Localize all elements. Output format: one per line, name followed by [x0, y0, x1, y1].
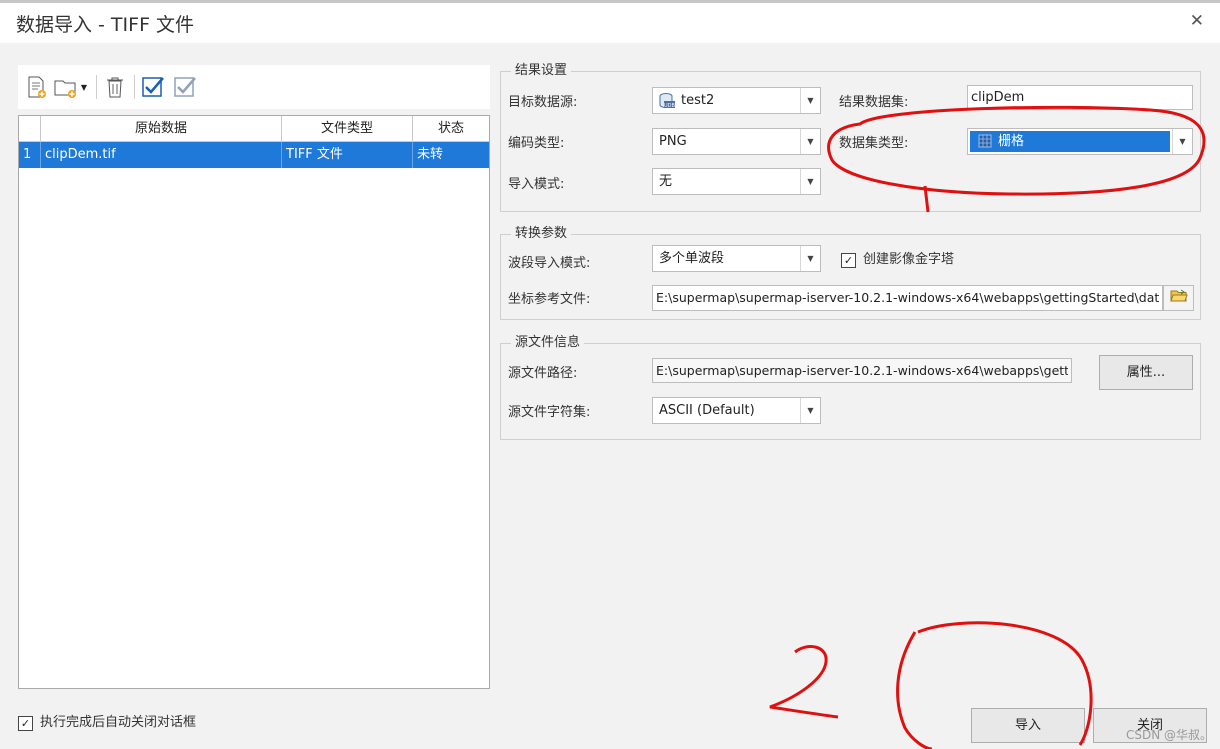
target-datasource-value: test2	[681, 93, 715, 108]
column-header-type[interactable]: 文件类型	[282, 116, 413, 142]
add-file-icon[interactable]	[22, 73, 50, 101]
source-info-group: 源文件信息 源文件路径: E:\supermap\supermap-iserve…	[500, 335, 1201, 440]
import-mode-value: 无	[659, 174, 673, 189]
add-folder-icon[interactable]	[52, 73, 80, 101]
band-mode-value: 多个单波段	[659, 251, 725, 266]
import-mode-label: 导入模式:	[508, 177, 565, 192]
select-all-icon[interactable]	[139, 73, 167, 101]
encoding-value: PNG	[659, 134, 687, 149]
chevron-down-icon[interactable]: ▼	[800, 169, 820, 194]
result-dataset-value: clipDem	[971, 90, 1025, 105]
target-datasource-select[interactable]: UDB test2 ▼	[652, 87, 821, 114]
charset-label: 源文件字符集:	[508, 405, 591, 420]
coord-file-label: 坐标参考文件:	[508, 292, 591, 307]
column-header-status[interactable]: 状态	[413, 116, 489, 142]
svg-text:UDB: UDB	[664, 103, 676, 109]
folder-open-icon	[1169, 288, 1188, 308]
chevron-down-icon[interactable]: ▼	[800, 246, 820, 271]
row-status: 未转	[417, 147, 444, 162]
coord-file-value: E:\supermap\supermap-iserver-10.2.1-wind…	[656, 290, 1159, 305]
band-mode-label: 波段导入模式:	[508, 256, 591, 271]
chevron-down-icon[interactable]: ▼	[800, 129, 820, 154]
group-title: 结果设置	[511, 63, 572, 79]
result-dataset-label: 结果数据集:	[839, 95, 909, 110]
toolbar-separator	[96, 75, 97, 99]
conversion-params-group: 转换参数 波段导入模式: 多个单波段 ▼ ✓ 创建影像金字塔 坐标参考文件: E…	[500, 226, 1201, 320]
source-path-input[interactable]: E:\supermap\supermap-iserver-10.2.1-wind…	[652, 358, 1072, 383]
import-button[interactable]: 导入	[971, 708, 1085, 743]
file-list-toolbar: ▼	[18, 65, 490, 109]
auto-close-checkbox[interactable]: ✓	[18, 716, 33, 731]
chevron-down-icon[interactable]: ▼	[1172, 129, 1192, 154]
grid-icon	[978, 134, 992, 152]
charset-value: ASCII (Default)	[659, 403, 755, 418]
file-list-table: 原始数据 文件类型 状态 1 clipDem.tif TIFF 文件 未转	[18, 115, 490, 689]
source-path-value: E:\supermap\supermap-iserver-10.2.1-wind…	[656, 363, 1068, 378]
chevron-down-icon[interactable]: ▼	[78, 73, 90, 101]
dataset-type-value: 栅格	[998, 134, 1025, 149]
dialog-title: 数据导入 - TIFF 文件	[16, 14, 195, 36]
invert-select-icon[interactable]	[171, 73, 199, 101]
import-mode-select[interactable]: 无 ▼	[652, 168, 821, 195]
auto-close-label: 执行完成后自动关闭对话框	[40, 715, 197, 730]
close-icon[interactable]: ✕	[1190, 11, 1204, 31]
column-header-source[interactable]: 原始数据	[41, 116, 282, 142]
table-row[interactable]: 1 clipDem.tif TIFF 文件 未转	[19, 142, 489, 168]
chevron-down-icon[interactable]: ▼	[800, 398, 820, 423]
title-bar: 数据导入 - TIFF 文件 ✕	[0, 3, 1220, 43]
coord-file-input[interactable]: E:\supermap\supermap-iserver-10.2.1-wind…	[652, 285, 1163, 311]
row-file-type: TIFF 文件	[282, 142, 413, 168]
row-index: 1	[19, 142, 41, 168]
band-mode-select[interactable]: 多个单波段 ▼	[652, 245, 821, 272]
import-dialog: 数据导入 - TIFF 文件 ✕ ▼ 原始数据 文件类型 状态 1 clipDe…	[0, 0, 1220, 749]
target-datasource-label: 目标数据源:	[508, 95, 578, 110]
column-header-index	[19, 116, 41, 142]
properties-button[interactable]: 属性...	[1099, 355, 1193, 390]
browse-button[interactable]	[1163, 285, 1194, 311]
result-dataset-input[interactable]: clipDem	[967, 85, 1193, 110]
toolbar-separator	[134, 75, 135, 99]
result-settings-group: 结果设置 目标数据源: UDB test2 ▼ 结果数据集: clipDem 编…	[500, 63, 1201, 212]
source-path-label: 源文件路径:	[508, 366, 578, 381]
charset-select[interactable]: ASCII (Default) ▼	[652, 397, 821, 424]
encoding-select[interactable]: PNG ▼	[652, 128, 821, 155]
delete-icon[interactable]	[101, 73, 129, 101]
row-file-name: clipDem.tif	[41, 142, 282, 168]
chevron-down-icon[interactable]: ▼	[800, 88, 820, 113]
dataset-type-label: 数据集类型:	[839, 136, 909, 151]
watermark: CSDN @华叔。	[1125, 728, 1212, 742]
datasource-icon: UDB	[658, 92, 676, 114]
group-title: 转换参数	[511, 226, 572, 242]
pyramid-label: 创建影像金字塔	[863, 252, 955, 267]
group-title: 源文件信息	[511, 335, 585, 351]
pyramid-checkbox[interactable]: ✓	[841, 253, 856, 268]
encoding-label: 编码类型:	[508, 136, 565, 151]
dataset-type-select[interactable]: 栅格 ▼	[967, 128, 1193, 155]
